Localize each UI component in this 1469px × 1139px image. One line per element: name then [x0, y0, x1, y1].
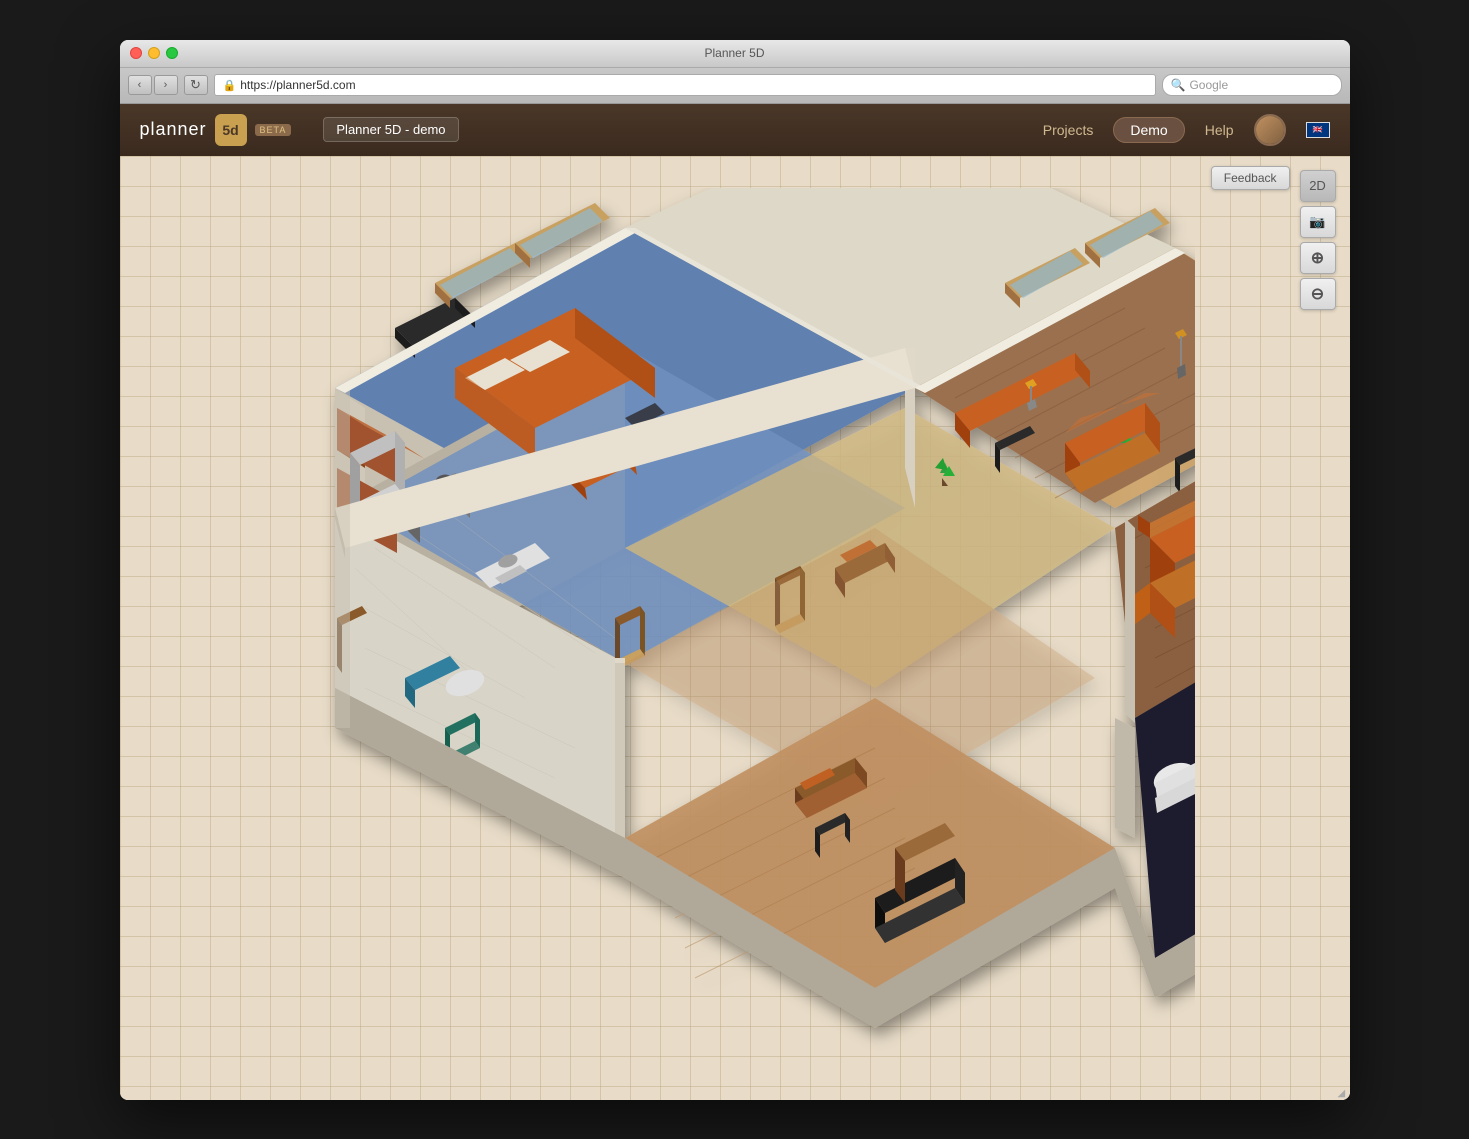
logo-5d-text: 5d [222, 122, 238, 138]
zoom-out-icon: ⊖ [1311, 284, 1324, 304]
window-title: Planner 5D [704, 46, 764, 60]
language-flag[interactable]: 🇬🇧 [1306, 122, 1330, 138]
camera-icon: 📷 [1309, 214, 1325, 230]
browser-window: Planner 5D ‹ › ↻ 🔒 https://planner5d.com… [120, 40, 1350, 1100]
traffic-lights [130, 47, 178, 59]
logo-area: planner 5d beta [140, 114, 292, 146]
nav-buttons: ‹ › [128, 75, 178, 95]
floorplan-svg [275, 188, 1195, 1068]
feedback-button[interactable]: Feedback [1211, 166, 1290, 190]
screenshot-button[interactable]: 📷 [1300, 206, 1336, 238]
minimize-button[interactable] [148, 47, 160, 59]
url-bar[interactable]: 🔒 https://planner5d.com [214, 74, 1156, 96]
projects-nav-item[interactable]: Projects [1043, 122, 1094, 138]
search-bar[interactable]: 🔍 Google [1162, 74, 1342, 96]
address-bar: ‹ › ↻ 🔒 https://planner5d.com 🔍 Google [120, 68, 1350, 104]
app-header: planner 5d beta Planner 5D - demo Projec… [120, 104, 1350, 156]
forward-button[interactable]: › [154, 75, 178, 95]
search-icon: 🔍 [1171, 78, 1186, 92]
zoom-in-button[interactable]: ⊕ [1300, 242, 1336, 274]
project-name[interactable]: Planner 5D - demo [323, 117, 458, 142]
user-avatar[interactable] [1254, 114, 1286, 146]
resize-handle[interactable]: ◢ [1338, 1088, 1348, 1098]
back-button[interactable]: ‹ [128, 75, 152, 95]
zoom-out-button[interactable]: ⊖ [1300, 278, 1336, 310]
view-2d-button[interactable]: 2D [1300, 170, 1336, 202]
viewport: Feedback 2D 📷 ⊕ ⊖ ◢ [120, 156, 1350, 1100]
zoom-in-icon: ⊕ [1311, 248, 1324, 268]
help-nav-item[interactable]: Help [1205, 122, 1234, 138]
secure-icon: 🔒 [223, 79, 237, 92]
beta-badge: beta [255, 124, 292, 136]
close-button[interactable] [130, 47, 142, 59]
logo-icon: 5d [215, 114, 247, 146]
logo-planner-text: planner [140, 119, 207, 140]
title-bar: Planner 5D [120, 40, 1350, 68]
floorplan-area [120, 156, 1350, 1100]
reload-button[interactable]: ↻ [184, 75, 208, 95]
search-placeholder: Google [1189, 78, 1228, 92]
maximize-button[interactable] [166, 47, 178, 59]
demo-nav-item[interactable]: Demo [1113, 117, 1184, 143]
right-toolbar: 2D 📷 ⊕ ⊖ [1300, 170, 1336, 310]
url-text: https://planner5d.com [240, 78, 355, 92]
header-nav: Projects Demo Help 🇬🇧 [1043, 114, 1330, 146]
